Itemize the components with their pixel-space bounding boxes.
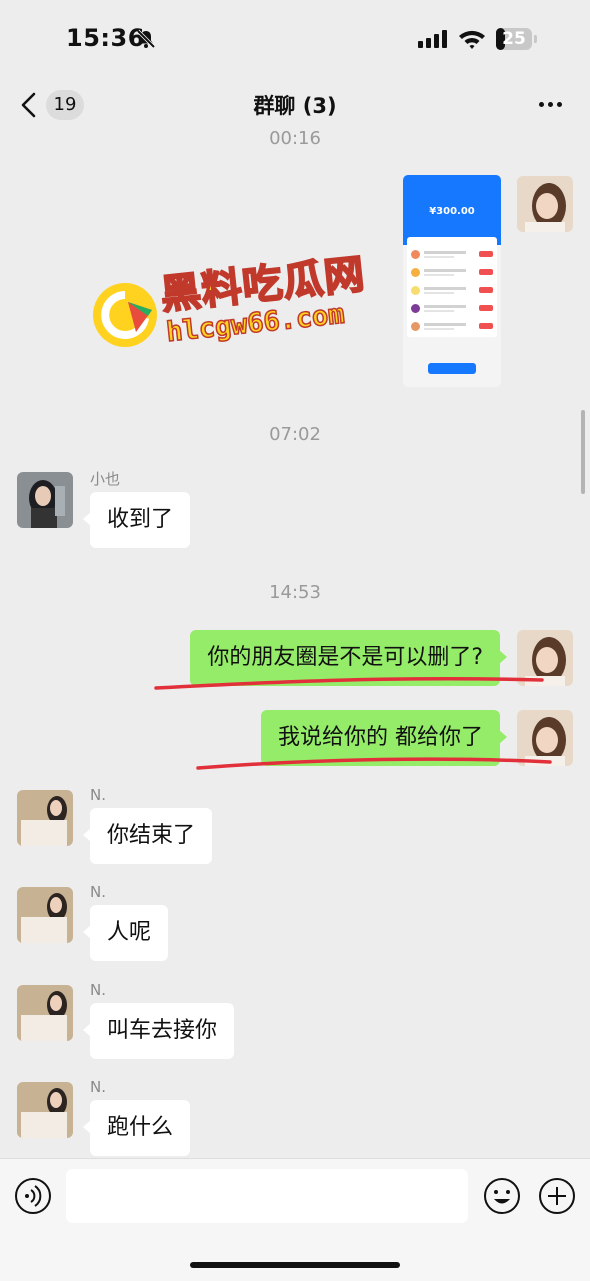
- input-bar: [0, 1158, 590, 1281]
- voice-icon[interactable]: [14, 1177, 52, 1215]
- avatar-xiaoye[interactable]: [17, 472, 73, 528]
- image-message[interactable]: ¥300.00: [403, 175, 501, 387]
- message-bubble-incoming[interactable]: 叫车去接你: [82, 1003, 235, 1059]
- chat-title: 群聊 (3): [253, 94, 337, 118]
- sender-name: N.: [90, 981, 106, 999]
- image-amount: ¥300.00: [429, 206, 475, 217]
- time-separator: 00:16: [269, 130, 321, 149]
- signal-icon: [418, 30, 447, 48]
- sender-name: N.: [90, 1078, 106, 1096]
- home-indicator[interactable]: [190, 1262, 400, 1268]
- message-bubble-incoming[interactable]: 收到了: [82, 492, 191, 548]
- scroll-indicator[interactable]: [581, 410, 585, 494]
- message-input[interactable]: [66, 1169, 468, 1223]
- battery-icon: 25: [496, 28, 538, 50]
- sender-name: 小也: [90, 470, 121, 488]
- more-button[interactable]: [530, 90, 570, 118]
- message-bubble-outgoing[interactable]: 我说给你的 都给你了: [261, 710, 507, 766]
- battery-level: 25: [502, 29, 526, 49]
- message-bubble-incoming[interactable]: 人呢: [82, 905, 169, 961]
- avatar-n[interactable]: [17, 790, 73, 846]
- avatar-self[interactable]: [517, 710, 573, 766]
- avatar-n[interactable]: [17, 985, 73, 1041]
- avatar-self[interactable]: [517, 630, 573, 686]
- time-separator: 14:53: [269, 582, 321, 603]
- more-dots-icon: [539, 102, 544, 107]
- nav-bar: 19 群聊 (3): [0, 80, 590, 130]
- time-separator: 07:02: [269, 424, 321, 445]
- avatar-n[interactable]: [17, 887, 73, 943]
- avatar-n[interactable]: [17, 1082, 73, 1138]
- status-bar: 15:36 25: [0, 0, 590, 80]
- sender-name: N.: [90, 883, 106, 901]
- message-bubble-incoming[interactable]: 你结束了: [82, 808, 213, 864]
- wifi-icon: [459, 30, 485, 49]
- watermark-logo-icon: [93, 283, 157, 347]
- message-bubble-incoming[interactable]: 跑什么: [82, 1100, 191, 1156]
- bell-muted-icon: [136, 29, 156, 49]
- chat-area[interactable]: 00:16 ¥300.00 黑料吃瓜网 hlcgw66.com 07:02 小也…: [0, 130, 590, 1158]
- avatar-self[interactable]: [517, 176, 573, 232]
- message-bubble-outgoing[interactable]: 你的朋友圈是不是可以删了?: [190, 630, 507, 686]
- status-time: 15:36: [66, 24, 145, 52]
- sender-name: N.: [90, 786, 106, 804]
- plus-icon[interactable]: [538, 1177, 576, 1215]
- emoji-icon[interactable]: [483, 1177, 521, 1215]
- watermark: 黑料吃瓜网 hlcgw66.com: [90, 250, 370, 370]
